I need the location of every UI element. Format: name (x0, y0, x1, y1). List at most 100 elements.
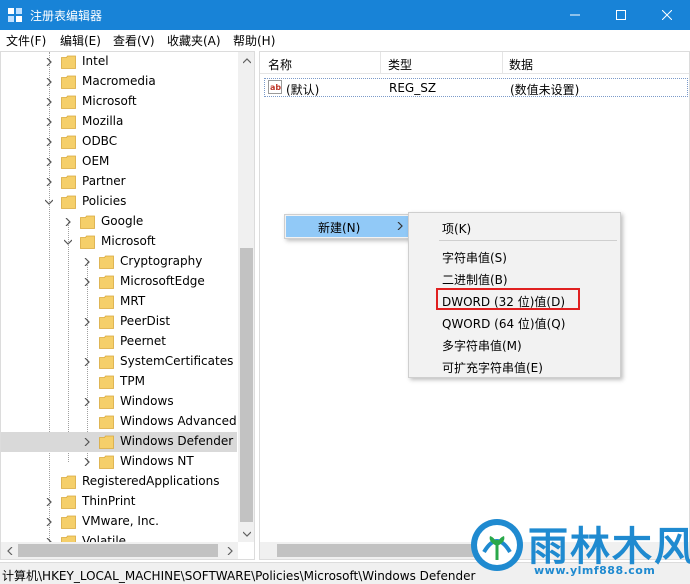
tree-item[interactable]: ThinPrint (1, 492, 237, 512)
tree-item[interactable]: ODBC (1, 132, 237, 152)
chevron-down-icon (242, 531, 251, 537)
tree-item[interactable]: TPM (1, 372, 237, 392)
context-menu: 新建(N) (284, 214, 411, 239)
tree-horizontal-scrollbar[interactable] (1, 542, 238, 559)
tree-item[interactable]: Microsoft (1, 92, 237, 112)
menu-item-multi-string-value[interactable]: 多字符串值(M) (409, 333, 620, 355)
tree-item[interactable]: Windows NT (1, 452, 237, 472)
tree-item[interactable]: OEM (1, 152, 237, 172)
value-row[interactable]: ab (默认) REG_SZ (数值未设置) (264, 78, 688, 97)
chevron-right-icon[interactable] (45, 498, 53, 506)
menu-edit[interactable]: 编辑(E) (60, 32, 101, 49)
menu-item-key[interactable]: 项(K) (409, 216, 620, 238)
tree-item-label: TPM (120, 374, 145, 388)
value-data: (数值未设置) (510, 83, 580, 97)
tree-item[interactable]: MicrosoftEdge (1, 272, 237, 292)
scroll-down-button[interactable] (238, 525, 254, 542)
tree-scroll-thumb[interactable] (240, 248, 253, 522)
menu-item-string-value[interactable]: 字符串值(S) (409, 245, 620, 267)
column-type[interactable]: 类型 (388, 56, 412, 73)
column-name[interactable]: 名称 (268, 56, 292, 73)
chevron-down-icon[interactable] (64, 238, 72, 246)
chevron-right-icon[interactable] (45, 58, 53, 66)
menu-divider (439, 240, 617, 241)
tree-item[interactable]: Macromedia (1, 72, 237, 92)
tree-item-label: Peernet (120, 334, 166, 348)
maximize-button[interactable] (598, 0, 644, 30)
tree-item-label: Windows (120, 394, 174, 408)
scroll-up-button[interactable] (238, 52, 254, 69)
column-divider[interactable] (502, 52, 503, 74)
folder-icon (61, 475, 76, 489)
chevron-right-icon[interactable] (83, 278, 91, 286)
tree-item[interactable]: Mozilla (1, 112, 237, 132)
menu-item-new[interactable]: 新建(N) (286, 216, 409, 237)
tree-item[interactable]: Policies (1, 192, 237, 212)
tree-item[interactable]: Intel (1, 52, 237, 72)
folder-icon (61, 75, 76, 89)
values-hscroll-thumb[interactable] (277, 544, 477, 557)
chevron-right-icon[interactable] (45, 178, 53, 186)
tree-item[interactable]: SystemCertificates (1, 352, 237, 372)
watermark-url: www.ylmf888.com (534, 564, 656, 577)
tree-item[interactable]: Windows Advanced (1, 412, 237, 432)
folder-icon (80, 215, 95, 229)
menu-favorites[interactable]: 收藏夹(A) (167, 32, 221, 49)
tree-item[interactable]: Cryptography (1, 252, 237, 272)
folder-icon (99, 395, 114, 409)
menu-item-expandable-string-value[interactable]: 可扩充字符串值(E) (409, 355, 620, 377)
folder-icon (61, 175, 76, 189)
tree-item-label: Cryptography (120, 254, 203, 268)
tree-vertical-scrollbar[interactable] (238, 52, 254, 542)
menu-file[interactable]: 文件(F) (6, 32, 46, 49)
menu-item-qword-value[interactable]: QWORD (64 位)值(Q) (409, 311, 620, 333)
menu-item-label: 字符串值(S) (442, 251, 507, 265)
tree-item[interactable]: PeerDist (1, 312, 237, 332)
tree-item[interactable]: MRT (1, 292, 237, 312)
chevron-right-icon[interactable] (83, 258, 91, 266)
column-data[interactable]: 数据 (509, 56, 533, 73)
tree-item[interactable]: VMware, Inc. (1, 512, 237, 532)
chevron-left-icon (6, 546, 12, 555)
tree-item-label: Macromedia (82, 74, 156, 88)
value-type: REG_SZ (389, 81, 437, 95)
chevron-right-icon (227, 546, 233, 555)
close-icon (662, 10, 672, 20)
tree-item[interactable]: Peernet (1, 332, 237, 352)
chevron-right-icon[interactable] (83, 358, 91, 366)
menu-view[interactable]: 查看(V) (113, 32, 155, 49)
chevron-right-icon[interactable] (83, 398, 91, 406)
minimize-icon (570, 14, 580, 16)
tree-item[interactable]: Windows (1, 392, 237, 412)
registry-tree[interactable]: Intel Macromedia Microsoft Mozilla ODBC OEM Pa… (0, 51, 255, 560)
tree-item-label: Microsoft (101, 234, 156, 248)
scroll-right-button[interactable] (221, 542, 238, 559)
tree-item[interactable]: Microsoft (1, 232, 237, 252)
tree-item[interactable]: Partner (1, 172, 237, 192)
chevron-right-icon[interactable] (45, 158, 53, 166)
chevron-right-icon[interactable] (83, 458, 91, 466)
folder-icon (61, 195, 76, 209)
chevron-right-icon[interactable] (45, 78, 53, 86)
chevron-right-icon[interactable] (83, 438, 91, 446)
chevron-down-icon[interactable] (45, 198, 53, 206)
close-button[interactable] (644, 0, 690, 30)
chevron-right-icon[interactable] (64, 218, 72, 226)
minimize-button[interactable] (552, 0, 598, 30)
scroll-left-button[interactable] (1, 542, 18, 559)
value-name: (默认) (286, 83, 320, 97)
chevron-right-icon[interactable] (45, 138, 53, 146)
chevron-right-icon[interactable] (83, 318, 91, 326)
column-divider[interactable] (380, 52, 381, 74)
menu-help[interactable]: 帮助(H) (233, 32, 275, 49)
folder-icon (99, 295, 114, 309)
chevron-right-icon[interactable] (45, 98, 53, 106)
tree-item[interactable]: Google (1, 212, 237, 232)
menu-item-binary-value[interactable]: 二进制值(B) (409, 267, 620, 289)
chevron-right-icon[interactable] (45, 118, 53, 126)
tree-item-label: Google (101, 214, 144, 228)
tree-hscroll-thumb[interactable] (18, 544, 218, 557)
chevron-right-icon[interactable] (45, 518, 53, 526)
tree-item[interactable]: Windows Defender (1, 432, 237, 452)
tree-item[interactable]: RegisteredApplications (1, 472, 237, 492)
